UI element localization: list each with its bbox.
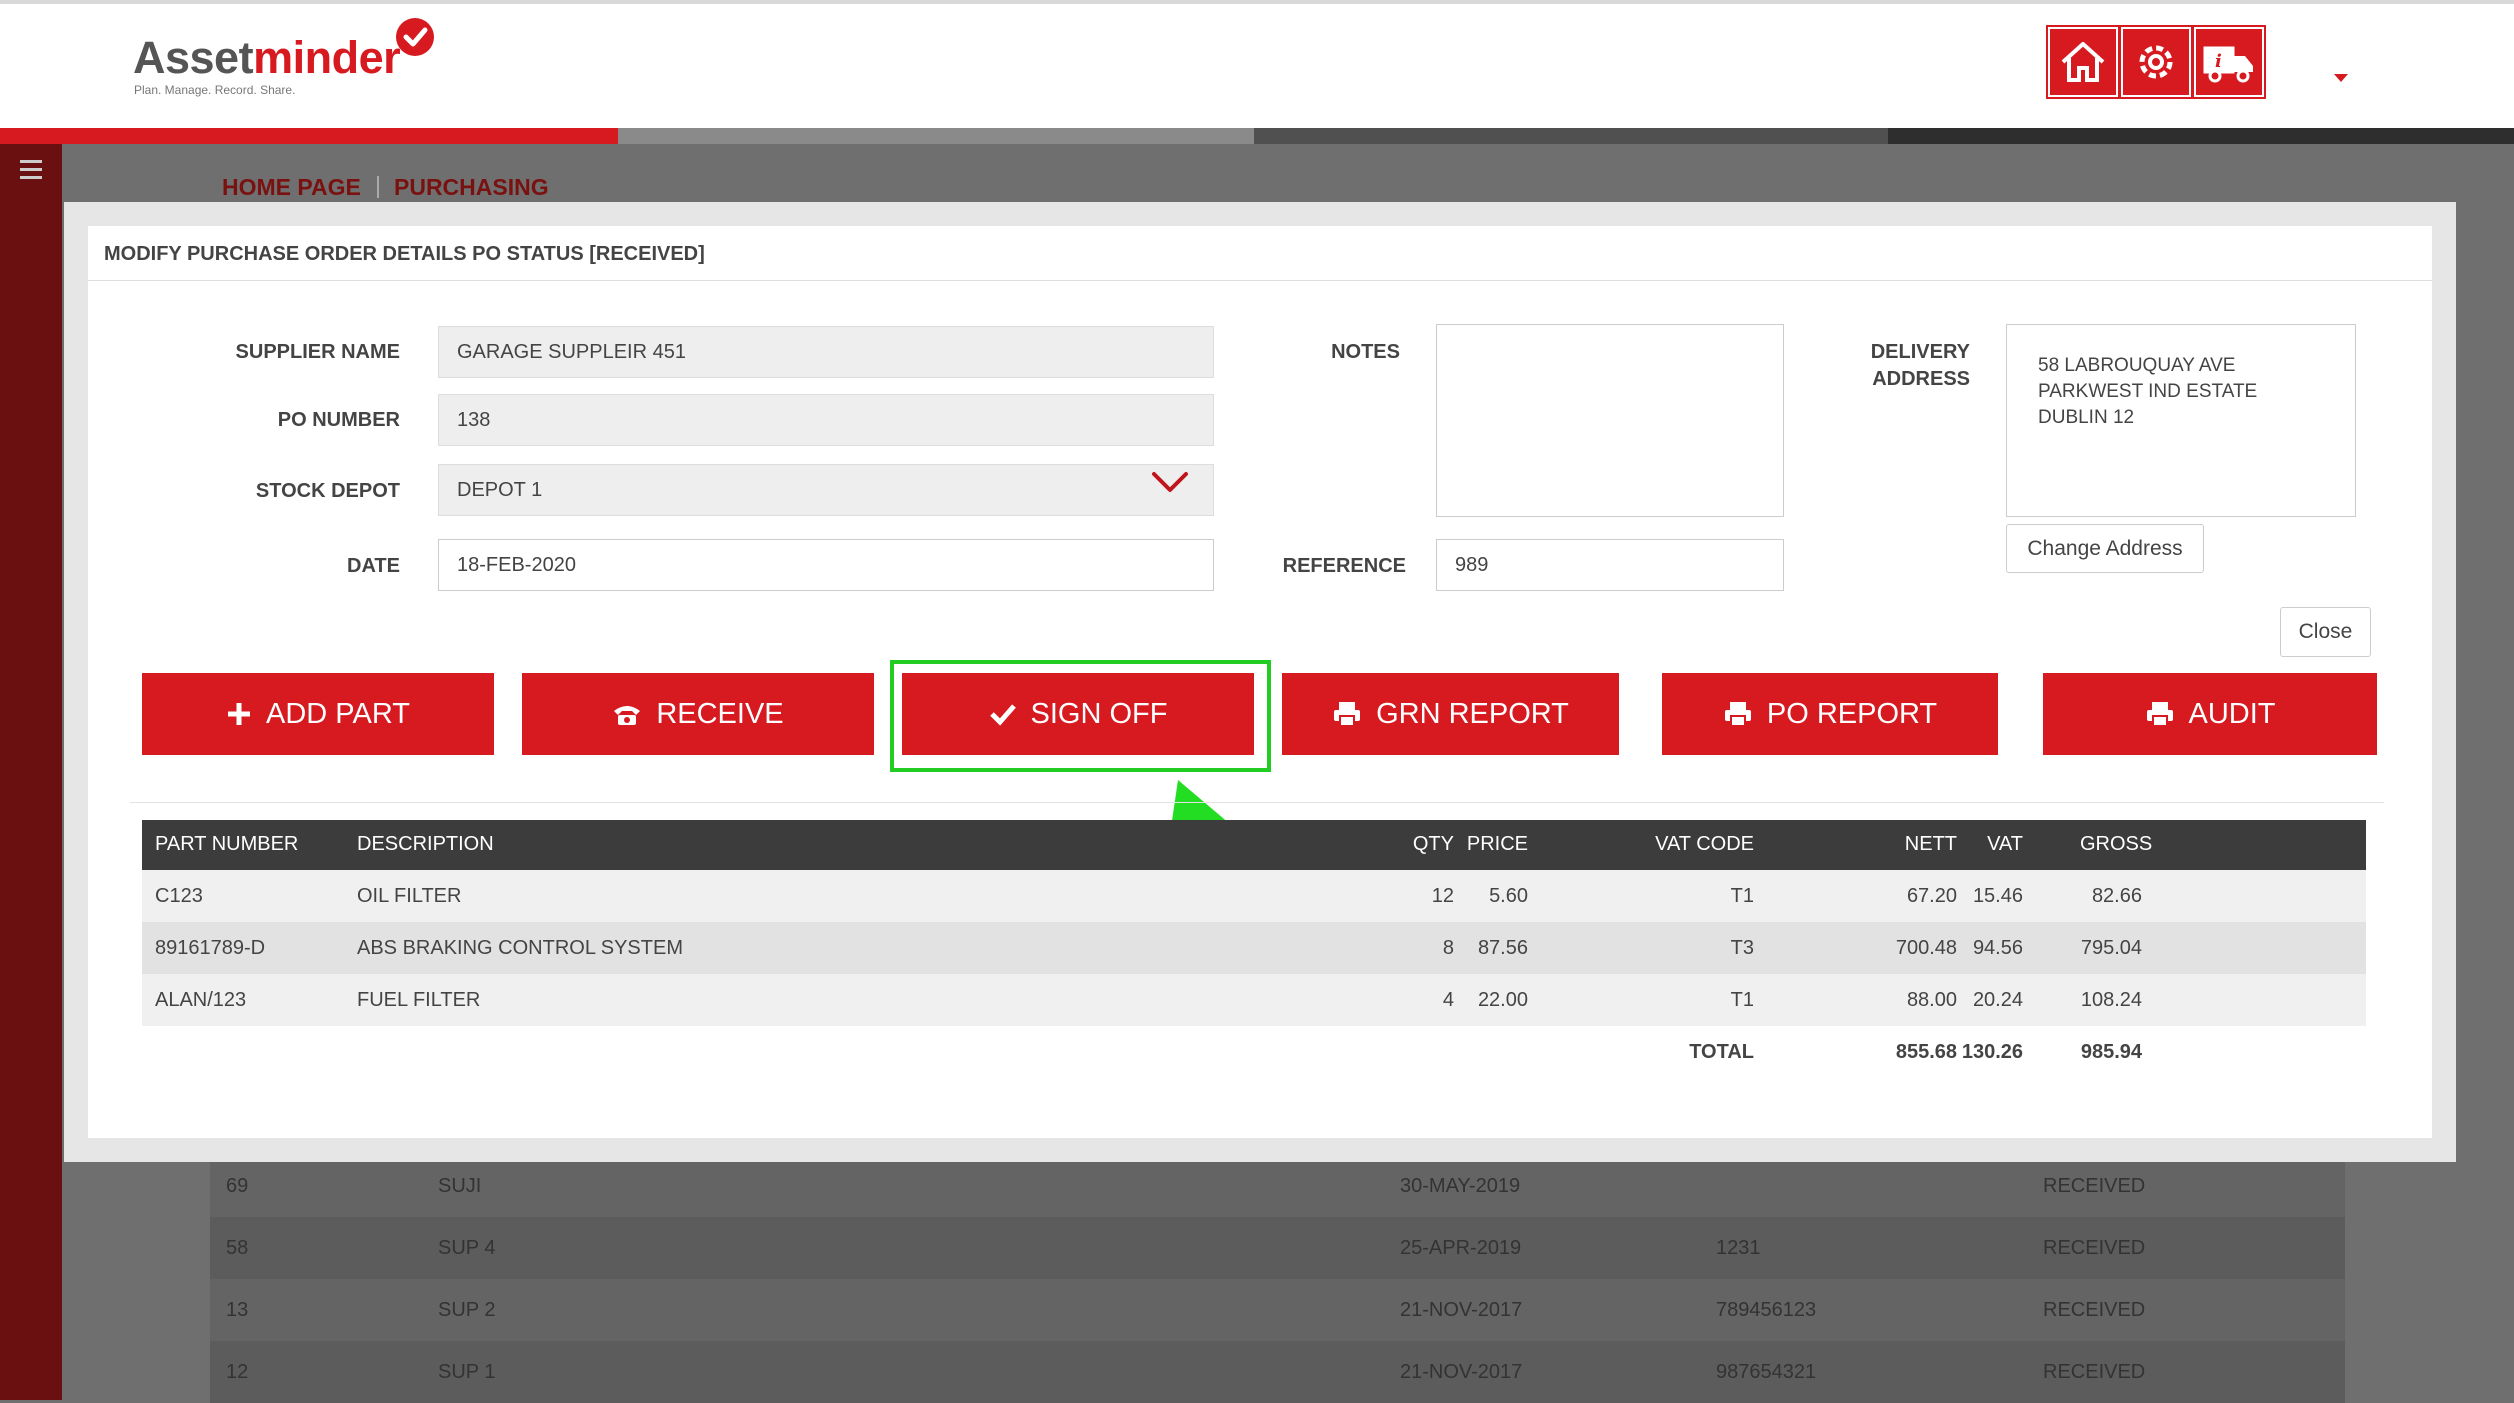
breadcrumb-home[interactable]: HOME PAGE xyxy=(222,174,361,201)
plus-icon xyxy=(228,703,251,725)
total-gross: 985.94 xyxy=(2080,1041,2142,1063)
background-po-list: 69 SUJI 30-MAY-2019 RECEIVED 58 SUP 4 25… xyxy=(210,1155,2345,1403)
supplier-name-field[interactable]: GARAGE SUPPLEIR 451 xyxy=(438,326,1214,378)
parts-table-header: PART NUMBER DESCRIPTION QTY PRICE VAT CO… xyxy=(142,820,2366,870)
printer-icon xyxy=(1334,702,1361,727)
truck-info-icon[interactable]: i xyxy=(2192,25,2266,99)
svg-text:i: i xyxy=(2215,51,2222,72)
table-row[interactable]: C123 OIL FILTER 12 5.60 T1 67.20 15.46 8… xyxy=(142,870,2366,922)
total-nett: 855.68 xyxy=(1895,1041,1957,1063)
totals-row: TOTAL 855.68 130.26 985.94 xyxy=(142,1027,2366,1079)
table-row[interactable]: 69 SUJI 30-MAY-2019 RECEIVED xyxy=(210,1155,2345,1217)
audit-button[interactable]: AUDIT xyxy=(2043,673,2377,755)
home-icon[interactable] xyxy=(2046,25,2120,99)
receive-button[interactable]: RECEIVE xyxy=(522,673,874,755)
divider xyxy=(88,280,2432,281)
logo-check-icon xyxy=(396,18,434,56)
change-address-button[interactable]: Change Address xyxy=(2006,524,2204,573)
po-number-label: PO NUMBER xyxy=(277,409,400,431)
total-label: TOTAL xyxy=(1689,1041,1754,1063)
printer-icon xyxy=(1724,702,1751,727)
breadcrumb-purchasing[interactable]: PURCHASING xyxy=(394,174,549,201)
notes-label: NOTES xyxy=(1331,341,1400,363)
user-menu-caret-icon[interactable] xyxy=(2334,74,2348,82)
delivery-address-label: DELIVERY ADDRESS xyxy=(1870,341,1970,390)
reference-label: REFERENCE xyxy=(1282,555,1406,577)
reference-field[interactable]: 989 xyxy=(1436,539,1784,591)
stock-depot-select[interactable]: DEPOT 1 xyxy=(438,464,1214,516)
date-label: DATE xyxy=(347,555,400,577)
close-button[interactable]: Close xyxy=(2280,607,2371,657)
notes-textarea[interactable] xyxy=(1436,324,1784,517)
date-field[interactable]: 18-FEB-2020 xyxy=(438,539,1214,591)
add-part-button[interactable]: ADD PART xyxy=(142,673,494,755)
table-row[interactable]: 12 SUP 1 21-NOV-2017 987654321 RECEIVED xyxy=(210,1341,2345,1403)
sidebar xyxy=(0,144,62,1400)
address-line: PARKWEST IND ESTATE xyxy=(2038,381,2258,402)
supplier-name-label: SUPPLIER NAME xyxy=(235,341,400,363)
chevron-down-icon[interactable] xyxy=(1150,470,1190,499)
logo-accent: minder xyxy=(253,32,401,83)
delivery-address-box: 58 LABROUQUAY AVE PARKWEST IND ESTATE DU… xyxy=(2006,324,2356,517)
grn-report-button[interactable]: GRN REPORT xyxy=(1282,673,1619,755)
printer-icon xyxy=(2146,702,2173,727)
table-row[interactable]: 58 SUP 4 25-APR-2019 1231 RECEIVED xyxy=(210,1217,2345,1279)
total-vat: 130.26 xyxy=(1961,1041,2023,1063)
table-row[interactable]: 89161789-D ABS BRAKING CONTROL SYSTEM 8 … xyxy=(142,922,2366,974)
address-line: DUBLIN 12 xyxy=(2038,407,2135,428)
settings-icon[interactable] xyxy=(2119,25,2193,99)
breadcrumb-separator xyxy=(377,176,379,198)
modal-title: MODIFY PURCHASE ORDER DETAILS PO STATUS … xyxy=(104,243,705,265)
po-report-button[interactable]: PO REPORT xyxy=(1662,673,1998,755)
divider xyxy=(130,802,2384,803)
phone-icon xyxy=(614,706,641,725)
hamburger-menu-icon[interactable] xyxy=(20,160,42,184)
logo[interactable]: Assetminder xyxy=(133,32,401,84)
address-line: 58 LABROUQUAY AVE xyxy=(2038,355,2236,376)
po-number-field[interactable]: 138 xyxy=(438,394,1214,446)
logo-tagline: Plan. Manage. Record. Share. xyxy=(134,83,296,97)
sign-off-highlight-box xyxy=(890,660,1271,772)
table-row[interactable]: ALAN/123 FUEL FILTER 4 22.00 T1 88.00 20… xyxy=(142,974,2366,1026)
logo-main: Asset xyxy=(133,32,254,83)
header-stripe xyxy=(0,128,2514,144)
stock-depot-label: STOCK DEPOT xyxy=(255,480,400,502)
table-row[interactable]: 13 SUP 2 21-NOV-2017 789456123 RECEIVED xyxy=(210,1279,2345,1341)
